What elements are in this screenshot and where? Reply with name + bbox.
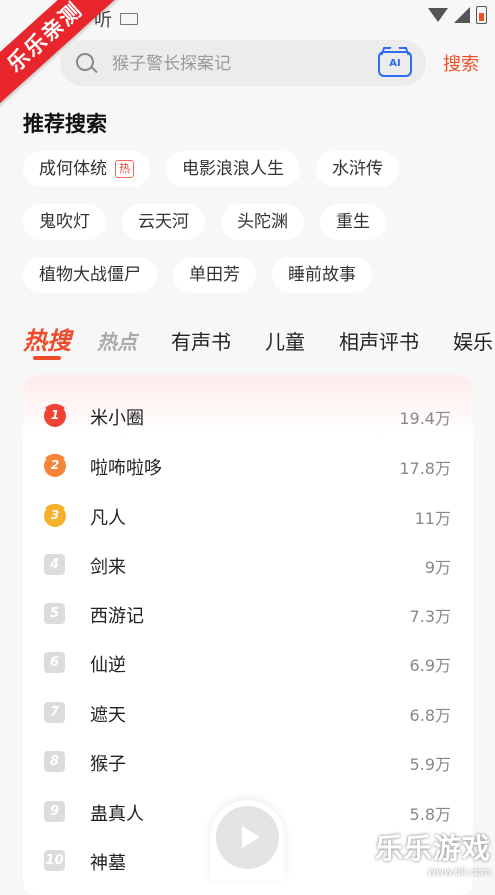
tab-hot-topics[interactable]: 热点 xyxy=(97,326,137,355)
rank-count: 17.8万 xyxy=(399,459,451,478)
tag-item[interactable]: 水浒传 xyxy=(316,151,399,187)
tag-label: 云天河 xyxy=(138,212,189,232)
rank-title: 猴子 xyxy=(90,754,126,775)
tag-item[interactable]: 重生 xyxy=(320,204,386,240)
tag-label: 成何体统 xyxy=(39,159,107,179)
rank-number-badge: 10 xyxy=(44,850,65,871)
tag-row: 植物大战僵尸 单田芳 睡前故事 xyxy=(23,257,493,293)
active-tab-indicator xyxy=(33,356,61,360)
rank-1-flame-icon: 1 xyxy=(43,398,67,428)
rank-row[interactable]: 8 猴子 5.9万 xyxy=(23,737,473,786)
tag-row: 鬼吹灯 云天河 头陀渊 重生 xyxy=(23,204,493,240)
tag-item[interactable]: 成何体统 热 xyxy=(23,151,150,187)
keyboard-icon xyxy=(120,13,138,25)
tag-item[interactable]: 睡前故事 xyxy=(272,257,372,293)
search-icon xyxy=(76,53,94,71)
rank-count: 9万 xyxy=(424,558,451,577)
search-button[interactable]: 搜索 xyxy=(443,50,479,76)
tag-item[interactable]: 单田芳 xyxy=(173,257,256,293)
hot-badge: 热 xyxy=(115,160,134,178)
tag-item[interactable]: 头陀渊 xyxy=(221,204,304,240)
rank-count: 6.9万 xyxy=(409,656,451,675)
watermark: 乐乐游戏 www.6ll.com xyxy=(375,827,491,878)
watermark-brand: 乐乐游戏 xyxy=(374,832,491,865)
tag-label: 头陀渊 xyxy=(237,212,288,232)
rank-title: 凡人 xyxy=(90,508,126,529)
play-icon xyxy=(216,806,279,869)
rank-number: 3 xyxy=(50,508,60,522)
tag-item[interactable]: 电影浪浪人生 xyxy=(166,151,300,187)
rank-count: 11万 xyxy=(414,509,451,528)
ai-assistant-icon[interactable]: AI xyxy=(378,51,412,77)
tab-crosstalk[interactable]: 相声评书 xyxy=(339,326,419,355)
tab-hot-search[interactable]: 热搜 xyxy=(23,321,71,356)
rank-row[interactable]: 5 西游记 7.3万 xyxy=(23,589,473,638)
search-bar[interactable]: AI xyxy=(60,40,426,88)
rank-count: 5.9万 xyxy=(409,755,451,774)
rank-row[interactable]: 6 仙逆 6.9万 xyxy=(23,638,473,687)
tag-label: 单田芳 xyxy=(189,265,240,285)
player-button[interactable] xyxy=(210,800,285,880)
rank-number-badge: 6 xyxy=(44,652,65,673)
rank-title: 剑来 xyxy=(90,557,126,578)
rank-number-badge: 9 xyxy=(44,801,65,822)
rank-title: 蛊真人 xyxy=(90,804,144,825)
tag-label: 水浒传 xyxy=(332,159,383,179)
tag-item[interactable]: 云天河 xyxy=(122,204,205,240)
rank-number-badge: 4 xyxy=(44,554,65,575)
category-tabs: 热搜 热点 有声书 儿童 相声评书 娱乐 xyxy=(23,321,495,356)
rank-title: 啦咘啦哆 xyxy=(90,458,162,479)
rank-count: 19.4万 xyxy=(399,409,451,428)
battery-icon xyxy=(476,6,487,24)
search-input[interactable] xyxy=(110,40,364,88)
rank-title: 米小圈 xyxy=(90,408,144,429)
rank-number-badge: 8 xyxy=(44,751,65,772)
watermark-site: www.6ll.com xyxy=(427,867,491,878)
rank-row[interactable]: 1 米小圈 19.4万 xyxy=(23,391,473,440)
tag-label: 睡前故事 xyxy=(288,265,356,285)
rank-row[interactable]: 2 啦咘啦哆 17.8万 xyxy=(23,441,473,490)
tab-audiobooks[interactable]: 有声书 xyxy=(171,326,231,355)
signal-icon xyxy=(454,7,470,23)
tab-children[interactable]: 儿童 xyxy=(265,326,305,355)
tag-label: 电影浪浪人生 xyxy=(182,159,284,179)
recommend-tags: 成何体统 热 电影浪浪人生 水浒传 鬼吹灯 云天河 头陀渊 重生 植物大战僵尸 … xyxy=(23,151,493,310)
rank-number: 2 xyxy=(50,458,60,472)
rank-2-flame-icon: 2 xyxy=(43,448,67,478)
tag-row: 成何体统 热 电影浪浪人生 水浒传 xyxy=(23,151,493,187)
tag-label: 鬼吹灯 xyxy=(39,212,90,232)
rank-title: 遮天 xyxy=(90,705,126,726)
status-bar-right xyxy=(428,6,487,24)
rank-row[interactable]: 3 凡人 11万 xyxy=(23,491,473,540)
rank-number: 1 xyxy=(50,408,60,422)
rank-number-badge: 5 xyxy=(44,603,65,624)
rank-count: 5.8万 xyxy=(409,805,451,824)
tag-item[interactable]: 植物大战僵尸 xyxy=(23,257,157,293)
tab-entertainment[interactable]: 娱乐 xyxy=(453,326,493,355)
tag-label: 植物大战僵尸 xyxy=(39,265,141,285)
tag-label: 重生 xyxy=(336,212,370,232)
tag-item[interactable]: 鬼吹灯 xyxy=(23,204,106,240)
rank-title: 西游记 xyxy=(90,606,144,627)
rank-title: 仙逆 xyxy=(90,655,126,676)
rank-number-badge: 7 xyxy=(44,702,65,723)
wifi-icon xyxy=(428,8,448,22)
recommend-title: 推荐搜索 xyxy=(23,112,107,136)
rank-title: 神墓 xyxy=(90,853,126,874)
rank-count: 6.8万 xyxy=(409,706,451,725)
rank-count: 7.3万 xyxy=(409,607,451,626)
rank-row[interactable]: 4 剑来 9万 xyxy=(23,540,473,589)
rank-3-flame-icon: 3 xyxy=(43,498,67,528)
rank-row[interactable]: 7 遮天 6.8万 xyxy=(23,688,473,737)
